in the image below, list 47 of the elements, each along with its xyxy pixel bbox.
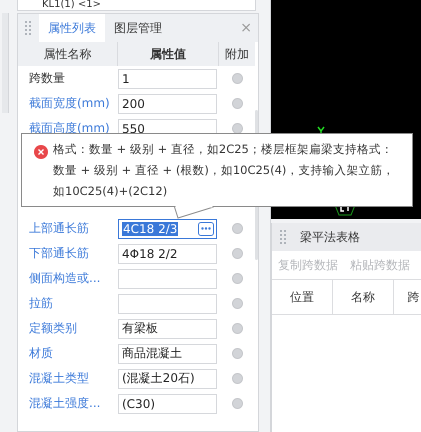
value-field[interactable]: 200	[118, 94, 217, 114]
value-field[interactable]	[118, 268, 217, 288]
value-field[interactable]: 1	[118, 68, 217, 88]
property-name: 混凝土强度...	[28, 395, 102, 412]
property-name: 上部通长筋	[28, 220, 90, 237]
property-name: 材质	[28, 345, 54, 362]
panel-title: 梁平法表格	[300, 228, 360, 246]
property-name: 截面高度(mm)	[28, 120, 111, 137]
axis-mark-icon	[317, 126, 325, 135]
property-name: 定额类别	[28, 320, 78, 337]
more-button[interactable]	[198, 222, 214, 236]
value-field[interactable]	[118, 294, 217, 314]
extra-radio[interactable]	[232, 398, 242, 409]
property-name: 拉筋	[28, 295, 54, 312]
extra-radio[interactable]	[232, 273, 242, 284]
extra-radio[interactable]	[232, 323, 242, 334]
property-name: 下部通长筋	[28, 245, 90, 262]
column-header: 名称	[333, 280, 394, 314]
extra-radio[interactable]	[232, 373, 242, 384]
value-field[interactable]: 4Φ18 2/2	[118, 244, 217, 264]
property-name: 截面宽度(mm)	[28, 95, 111, 112]
extra-radio[interactable]	[232, 223, 242, 234]
extra-radio[interactable]	[232, 98, 242, 109]
extra-radio[interactable]	[232, 123, 242, 134]
ellipsis-icon	[201, 227, 211, 230]
error-icon	[34, 145, 48, 159]
grip-icon[interactable]	[280, 230, 286, 244]
error-message: 格式：数量 + 级别 + 直径，如2C25；楼层框架扁梁支持格式：数量 + 级别 + 直径 + (根数)，如10C25(4)，支持输入架立筋，如10C25(4)+(2C12)	[53, 141, 396, 200]
column-header: 跨	[394, 280, 421, 314]
extra-radio[interactable]	[232, 248, 242, 259]
property-name: 混凝土类型	[28, 370, 90, 387]
tab[interactable]: 属性列表	[39, 14, 105, 42]
column-header: 位置	[272, 280, 333, 314]
extra-radio[interactable]	[232, 73, 242, 84]
extra-radio[interactable]	[232, 298, 242, 309]
value-field[interactable]: (C30)	[118, 394, 217, 414]
grip-icon[interactable]	[25, 21, 31, 35]
extra-radio[interactable]	[232, 348, 242, 359]
property-name: 跨数量	[28, 70, 66, 87]
value-field[interactable]: 商品混凝土	[118, 344, 217, 364]
column-header: 属性值	[118, 42, 219, 66]
column-header: 属性名称	[18, 42, 118, 66]
property-name: 侧面构造或...	[28, 270, 102, 287]
value-field[interactable]: (混凝土20石)	[118, 368, 217, 388]
tab[interactable]: 图层管理	[105, 14, 171, 42]
value-field[interactable]: 有梁板	[118, 318, 217, 338]
column-header: 附加	[224, 46, 250, 62]
